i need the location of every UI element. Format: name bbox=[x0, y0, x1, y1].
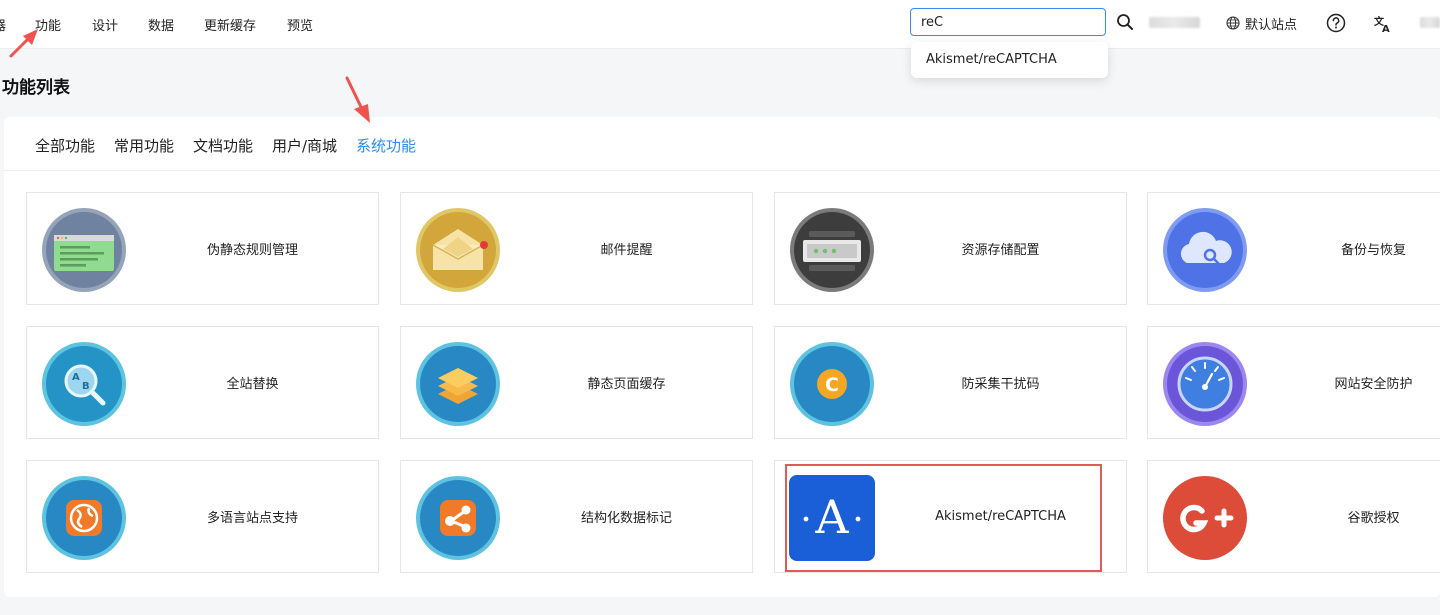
feature-label: 全站替换 bbox=[226, 377, 279, 392]
default-site-label: 默认站点 bbox=[1245, 17, 1298, 33]
feature-card-multilang[interactable]: 多语言站点支持 bbox=[26, 460, 379, 573]
feature-card-google-auth[interactable]: 谷歌授权 bbox=[1147, 460, 1440, 573]
globe-icon bbox=[1226, 16, 1240, 30]
feature-label: 多语言站点支持 bbox=[206, 511, 298, 526]
tab-document-features[interactable]: 文档功能 bbox=[193, 135, 253, 156]
feature-card-mail-reminder[interactable]: 邮件提醒 bbox=[400, 192, 753, 305]
svg-text:A: A bbox=[72, 372, 80, 383]
feature-label: 防采集干扰码 bbox=[961, 377, 1040, 392]
structured-data-icon bbox=[416, 476, 500, 560]
tab-user-shop[interactable]: 用户/商城 bbox=[272, 135, 337, 156]
svg-text:B: B bbox=[82, 381, 90, 392]
blurred-user-info bbox=[1149, 17, 1200, 28]
nav-item-data[interactable]: 数据 bbox=[148, 15, 174, 34]
feature-tabs: 全部功能 常用功能 文档功能 用户/商城 系统功能 bbox=[4, 117, 1440, 171]
feature-card-storage-config[interactable]: 资源存储配置 bbox=[774, 192, 1127, 305]
svg-text:A: A bbox=[814, 490, 849, 544]
feature-card-rewrite-rules[interactable]: 伪静态规则管理 bbox=[26, 192, 379, 305]
feature-label: 资源存储配置 bbox=[961, 243, 1040, 258]
tab-all-features[interactable]: 全部功能 bbox=[35, 135, 95, 156]
svg-text:C: C bbox=[825, 374, 839, 396]
feature-label: 谷歌授权 bbox=[1347, 511, 1400, 526]
mail-reminder-icon bbox=[416, 208, 500, 292]
search-suggestion-item[interactable]: Akismet/reCAPTCHA bbox=[911, 42, 1108, 78]
search-input[interactable] bbox=[910, 8, 1106, 36]
feature-card-anti-scrape[interactable]: C 防采集干扰码 bbox=[774, 326, 1127, 439]
nav-item-design[interactable]: 设计 bbox=[92, 15, 118, 34]
cloud-backup-icon bbox=[1163, 208, 1247, 292]
default-site-selector[interactable]: 默认站点 bbox=[1226, 13, 1297, 33]
svg-text:A: A bbox=[1382, 24, 1390, 34]
google-plus-icon bbox=[1163, 476, 1247, 560]
feature-card-site-security[interactable]: 网站安全防护 bbox=[1147, 326, 1440, 439]
feature-label: 结构化数据标记 bbox=[580, 511, 672, 526]
help-icon[interactable] bbox=[1326, 13, 1346, 33]
feature-label: 备份与恢复 bbox=[1340, 243, 1406, 258]
feature-card-akismet-recaptcha[interactable]: A Akismet/reCAPTCHA bbox=[774, 460, 1127, 573]
feature-label: 网站安全防护 bbox=[1334, 377, 1413, 392]
top-bar: 器 功能 设计 数据 更新缓存 预览 默认站点 文 A bbox=[0, 0, 1440, 49]
feature-label: 邮件提醒 bbox=[600, 243, 653, 258]
anti-scrape-icon: C bbox=[790, 342, 874, 426]
nav-item-partial[interactable]: 器 bbox=[0, 15, 6, 34]
site-replace-icon: A B bbox=[42, 342, 126, 426]
nav-item-features[interactable]: 功能 bbox=[35, 15, 61, 34]
akismet-icon: A bbox=[789, 475, 875, 561]
tab-system-features[interactable]: 系统功能 bbox=[356, 135, 416, 156]
feature-card-site-replace[interactable]: A B 全站替换 bbox=[26, 326, 379, 439]
page-title: 功能列表 bbox=[2, 78, 70, 98]
static-cache-icon bbox=[416, 342, 500, 426]
tab-common-features[interactable]: 常用功能 bbox=[114, 135, 174, 156]
storage-config-icon bbox=[790, 208, 874, 292]
feature-label: Akismet/reCAPTCHA bbox=[935, 509, 1066, 524]
search-icon[interactable] bbox=[1116, 13, 1134, 31]
feature-card-backup-restore[interactable]: 备份与恢复 bbox=[1147, 192, 1440, 305]
feature-label: 伪静态规则管理 bbox=[206, 243, 298, 258]
nav-item-update-cache[interactable]: 更新缓存 bbox=[204, 15, 256, 34]
feature-label: 静态页面缓存 bbox=[587, 377, 666, 392]
rewrite-rules-icon bbox=[42, 208, 126, 292]
feature-card-structured-data[interactable]: 结构化数据标记 bbox=[400, 460, 753, 573]
nav-item-preview[interactable]: 预览 bbox=[287, 15, 313, 34]
blurred-avatar bbox=[1420, 17, 1440, 28]
multilang-globe-icon bbox=[42, 476, 126, 560]
security-gauge-icon bbox=[1163, 342, 1247, 426]
feature-card-static-cache[interactable]: 静态页面缓存 bbox=[400, 326, 753, 439]
translate-icon[interactable]: 文 A bbox=[1373, 14, 1393, 34]
